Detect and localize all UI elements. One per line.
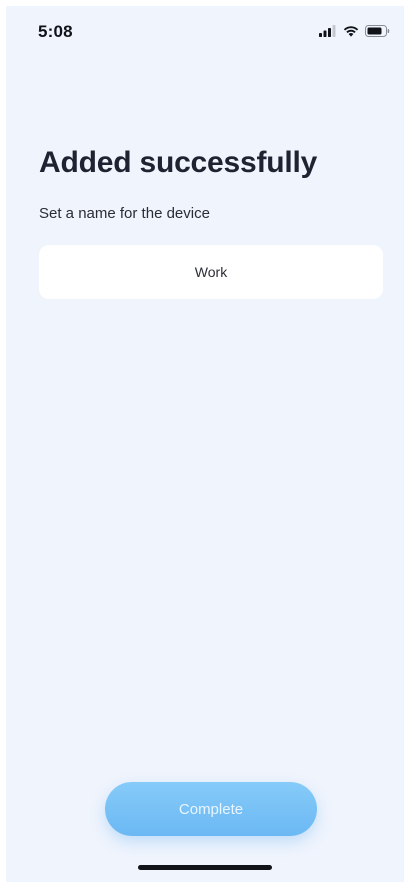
status-bar: 5:08 <box>6 6 404 58</box>
app-screen: 5:08 Added successfully Set a name for t… <box>6 6 404 882</box>
status-icons <box>319 24 390 38</box>
cellular-signal-icon <box>319 25 337 37</box>
battery-icon <box>365 25 390 37</box>
device-name-prompt: Set a name for the device <box>39 205 210 222</box>
page-title: Added successfully <box>39 146 318 179</box>
complete-button[interactable]: Complete <box>105 782 317 836</box>
device-name-input[interactable] <box>39 245 383 299</box>
wifi-icon <box>343 25 359 37</box>
home-indicator <box>138 865 272 870</box>
status-time: 5:08 <box>38 22 73 41</box>
